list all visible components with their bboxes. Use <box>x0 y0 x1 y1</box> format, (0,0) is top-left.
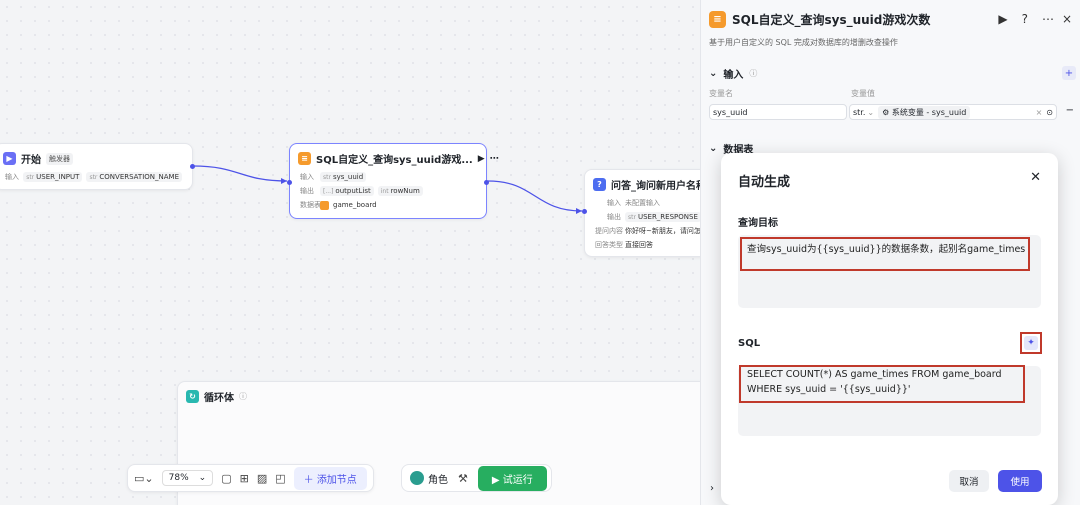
wrench-icon[interactable]: ⚒ <box>458 472 468 485</box>
more-icon[interactable]: ⋯ <box>490 154 499 164</box>
edge-sql-qa <box>487 180 583 212</box>
var-chip: [...] outputList <box>320 186 374 196</box>
var-name-input[interactable]: sys_uuid <box>709 104 847 120</box>
close-icon[interactable]: ✕ <box>1030 170 1041 185</box>
table-name: game_board <box>333 201 377 209</box>
run-icon[interactable]: ▶ <box>998 12 1007 26</box>
var-chip: str sys_uuid <box>320 172 367 182</box>
role-label[interactable]: 角色 <box>428 471 448 486</box>
use-button[interactable]: 使用 <box>998 470 1042 492</box>
clear-icon[interactable]: × <box>1036 108 1043 117</box>
layout-icon[interactable]: ⊞ <box>240 472 249 485</box>
ai-generate-button[interactable]: ✦ <box>1020 332 1042 354</box>
panel-title: SQL自定义_查询sys_uuid游戏次数 <box>732 13 931 27</box>
input-section-header[interactable]: ⌄ 输入 ⓘ <box>709 66 757 81</box>
more-icon[interactable]: ⋯ <box>1042 12 1054 26</box>
comment-icon[interactable]: ▢ <box>221 472 231 485</box>
var-type-select[interactable]: str. <box>853 108 865 117</box>
auto-generate-dialog: 自动生成 ✕ 查询目标 查询sys_uuid为{{sys_uuid}}的数据条数… <box>721 153 1058 505</box>
workflow-canvas[interactable]: ▶ 开始 触发器 输入 str USER_INPUT str CONVERSATIO… <box>0 0 717 505</box>
help-icon[interactable]: ? <box>1022 12 1028 26</box>
sql-node-title: SQL自定义_查询sys_uuid游戏... <box>316 155 473 166</box>
table-icon <box>320 200 329 210</box>
var-value-input[interactable]: str. ⌄ ⚙ 系统变量 - sys_uuid × ⊙ <box>849 104 1057 120</box>
output-port[interactable] <box>190 164 195 169</box>
database-icon: ≡ <box>298 152 311 165</box>
qa-node-title: 问答_询问新用户名称 <box>611 181 706 192</box>
frame-icon[interactable]: ◰ <box>275 472 285 485</box>
var-chip: str CONVERSATION_NAME <box>86 172 182 182</box>
var-chip: str USER_INPUT <box>23 172 83 182</box>
input-port[interactable] <box>287 180 292 185</box>
info-icon: ⓘ <box>239 392 247 401</box>
info-icon: ⓘ <box>749 69 758 78</box>
col-var-name: 变量名 <box>709 89 733 98</box>
edge-start-sql <box>192 165 288 182</box>
minimap-icon[interactable]: ▭⌄ <box>134 472 154 485</box>
run-node-icon[interactable]: ▶ <box>478 154 485 164</box>
run-bar: 角色 ⚒ ▶ 试运行 <box>401 464 552 492</box>
output-port[interactable] <box>484 180 489 185</box>
cancel-button[interactable]: 取消 <box>949 470 989 492</box>
role-avatar <box>410 471 424 485</box>
start-node-title: 开始 <box>21 155 41 166</box>
start-icon: ▶ <box>3 152 16 165</box>
add-input-icon[interactable]: + <box>1062 66 1076 80</box>
test-run-button[interactable]: ▶ 试运行 <box>477 465 547 491</box>
dialog-title: 自动生成 <box>738 175 791 190</box>
chevron-down-icon: ⌄ <box>709 143 718 154</box>
database-icon: ≡ <box>709 11 726 28</box>
sys-var-chip: ⚙ 系统变量 - sys_uuid <box>878 105 971 119</box>
canvas-toolbar: ▭⌄ 78% ⌄ ▢ ⊞ ▨ ◰ ＋ 添加节点 <box>127 464 374 492</box>
image-icon[interactable]: ▨ <box>257 472 267 485</box>
trigger-badge: 触发器 <box>46 152 73 165</box>
query-goal-text: 查询sys_uuid为{{sys_uuid}}的数据条数，起别名game_tim… <box>747 244 1026 255</box>
magic-wand-icon: ✦ <box>1024 336 1038 350</box>
loop-icon: ↻ <box>186 390 199 403</box>
var-chip: str USER_RESPONSE <box>625 212 701 222</box>
chevron-down-icon: ⌄ <box>709 68 718 79</box>
var-chip: int rowNum <box>377 186 423 196</box>
qa-node[interactable]: ? 问答_询问新用户名称 输入 未配置输入 输出 str USER_RESPONS… <box>582 169 714 257</box>
var-settings-icon[interactable]: ⊙ <box>1046 108 1053 117</box>
loop-node-title: 循环体 <box>204 393 234 404</box>
sql-node[interactable]: ≡ SQL自定义_查询sys_uuid游戏... ▶ ⋯ 输入 str sys_u… <box>287 143 499 219</box>
remove-var-icon[interactable]: − <box>1066 105 1074 116</box>
start-node[interactable]: ▶ 开始 触发器 输入 str USER_INPUT str CONVERSATIO… <box>0 143 195 190</box>
chevron-right-icon[interactable]: › <box>710 483 714 494</box>
panel-subtitle: 基于用户自定义的 SQL 完成对数据库的增删改查操作 <box>709 38 898 47</box>
start-input-row: 输入 str USER_INPUT str CONVERSATION_NAME <box>0 170 192 184</box>
query-goal-label: 查询目标 <box>738 218 778 229</box>
sql-label: SQL <box>738 338 761 349</box>
question-icon: ? <box>593 178 606 191</box>
sql-text: SELECT COUNT(*) AS game_times FROM game_… <box>747 369 1002 395</box>
close-icon[interactable]: × <box>1062 12 1072 26</box>
zoom-select[interactable]: 78% ⌄ <box>161 470 214 486</box>
add-node-button[interactable]: ＋ 添加节点 <box>293 466 367 490</box>
input-port[interactable] <box>582 209 587 214</box>
col-var-value: 变量值 <box>851 89 875 98</box>
